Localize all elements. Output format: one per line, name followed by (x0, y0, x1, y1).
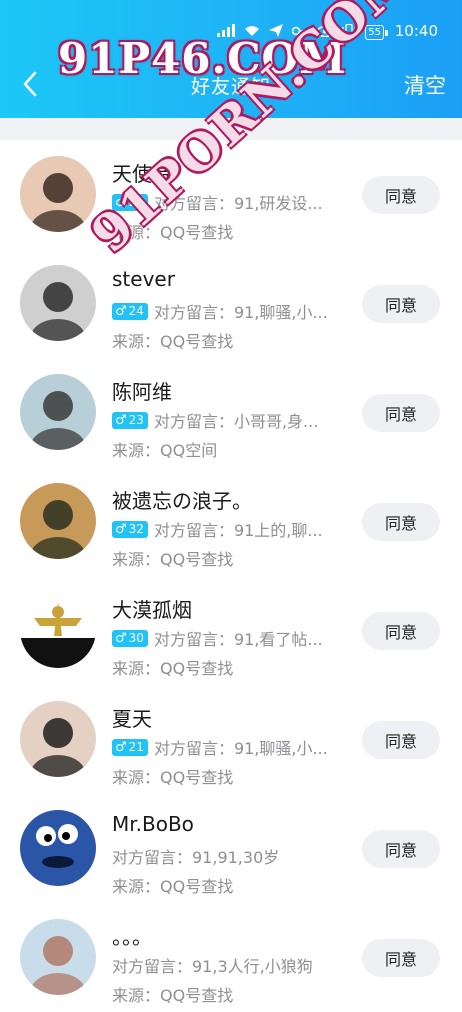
requester-name: 天使音 (112, 162, 172, 186)
request-source: 来源：QQ号查找 (112, 332, 234, 351)
age-value: 30 (128, 631, 144, 645)
request-message-row: 对方留言：91,3人行,小狼狗 (112, 953, 313, 977)
request-message-row: 对方留言：91,91,30岁 (112, 844, 279, 868)
avatar[interactable] (20, 374, 96, 450)
request-message-row: ♂ 27 对方留言：91,研发设... (112, 190, 323, 214)
agree-button[interactable]: 同意 (362, 394, 440, 432)
age-value: 23 (128, 413, 144, 427)
gender-age-badge: ♂ 21 (112, 738, 148, 756)
eye-icon (317, 25, 334, 41)
request-message-row: ♂ 32 对方留言：91上的,聊... (112, 517, 323, 541)
wifi-icon (244, 24, 260, 41)
avatar[interactable] (20, 156, 96, 232)
agree-button[interactable]: 同意 (362, 285, 440, 323)
friend-request-item[interactable]: 被遗忘の浪子。 ♂ 32 对方留言：91上的,聊... 来源：QQ号查找 同意 (0, 467, 462, 576)
gender-age-badge: ♂ 32 (112, 520, 148, 538)
signal-icon (217, 24, 236, 41)
male-icon: ♂ (115, 194, 127, 210)
age-value: 24 (128, 304, 144, 318)
avatar[interactable] (20, 265, 96, 341)
requester-name: Mr.BoBo (112, 812, 194, 836)
age-value: 32 (128, 522, 144, 536)
send-icon (269, 24, 284, 41)
requester-name: 陈阿维 (112, 380, 172, 404)
page-title: 好友通知 (190, 76, 271, 98)
male-icon: ♂ (115, 412, 127, 428)
top-bar: 55 10:40 好友通知 清空 (0, 0, 462, 118)
vibrate-icon (342, 23, 356, 41)
gender-age-badge: ♂ 30 (112, 629, 148, 647)
request-message: 对方留言：91,聊骚,小... (153, 739, 328, 758)
key-icon (292, 25, 309, 41)
clear-button[interactable]: 清空 (404, 70, 446, 100)
request-message-row: ♂ 24 对方留言：91,聊骚,小... (112, 299, 328, 323)
avatar[interactable] (20, 919, 96, 995)
request-source: 来源：QQ号查找 (112, 223, 234, 242)
request-message: 对方留言：小哥哥,身... (153, 412, 319, 431)
male-icon: ♂ (115, 521, 127, 537)
gender-age-badge: ♂ 27 (112, 193, 148, 211)
gender-age-badge: ♂ 23 (112, 411, 148, 429)
agree-button[interactable]: 同意 (362, 612, 440, 650)
request-source: 来源：QQ号查找 (112, 550, 234, 569)
friend-request-item[interactable]: 夏天 ♂ 21 对方留言：91,聊骚,小... 来源：QQ号查找 同意 (0, 685, 462, 794)
requester-name: stever (112, 267, 175, 291)
agree-button[interactable]: 同意 (362, 503, 440, 541)
friend-request-item[interactable]: 天使音 ♂ 27 对方留言：91,研发设... 来源：QQ号查找 同意 (0, 140, 462, 249)
clock: 10:40 (394, 22, 438, 40)
male-icon: ♂ (115, 303, 127, 319)
request-source: 来源：QQ号查找 (112, 877, 234, 896)
request-message: 对方留言：91,聊骚,小... (153, 303, 328, 322)
agree-button[interactable]: 同意 (362, 176, 440, 214)
request-message-row: ♂ 21 对方留言：91,聊骚,小... (112, 735, 328, 759)
status-bar: 55 10:40 (0, 18, 462, 50)
request-source: 来源：QQ号查找 (112, 986, 234, 1005)
header-divider (0, 118, 462, 140)
request-source: 来源：QQ号查找 (112, 659, 234, 678)
male-icon: ♂ (115, 739, 127, 755)
requester-name: 。。。 (112, 925, 152, 949)
friend-request-item[interactable]: stever ♂ 24 对方留言：91,聊骚,小... 来源：QQ号查找 同意 (0, 249, 462, 358)
request-message: 对方留言：91,3人行,小狼狗 (112, 957, 313, 976)
avatar[interactable] (20, 701, 96, 777)
avatar[interactable] (20, 483, 96, 559)
friend-request-item[interactable]: Mr.BoBo 对方留言：91,91,30岁 来源：QQ号查找 同意 (0, 794, 462, 903)
agree-button[interactable]: 同意 (362, 721, 440, 759)
status-icons: 55 (217, 23, 388, 41)
friend-request-item[interactable]: 。。。对方留言：91,3人行,小狼狗 来源：QQ号查找 同意 (0, 903, 462, 1012)
gender-age-badge: ♂ 24 (112, 302, 148, 320)
avatar[interactable] (20, 592, 96, 668)
request-source: 来源：QQ号查找 (112, 768, 234, 787)
request-message: 对方留言：91,91,30岁 (112, 848, 280, 867)
requester-name: 被遗忘の浪子。 (112, 489, 252, 513)
request-message-row: ♂ 23 对方留言：小哥哥,身... (112, 408, 318, 432)
request-message-row: ♂ 30 对方留言：91,看了帖... (112, 626, 323, 650)
request-message: 对方留言：91,研发设... (153, 194, 323, 213)
agree-button[interactable]: 同意 (362, 939, 440, 977)
request-source: 来源：QQ空间 (112, 441, 218, 460)
friend-request-item[interactable]: 陈阿维 ♂ 23 对方留言：小哥哥,身... 来源：QQ空间 同意 (0, 358, 462, 467)
battery-icon: 55 (365, 25, 388, 40)
age-value: 21 (128, 740, 144, 754)
friend-request-list: 天使音 ♂ 27 对方留言：91,研发设... 来源：QQ号查找 同意 stever ♂ 24 对… (0, 140, 462, 1012)
age-value: 27 (128, 195, 144, 209)
request-message: 对方留言：91,看了帖... (153, 630, 323, 649)
agree-button[interactable]: 同意 (362, 830, 440, 868)
male-icon: ♂ (115, 630, 127, 646)
request-message: 对方留言：91上的,聊... (153, 521, 323, 540)
requester-name: 夏天 (112, 707, 152, 731)
requester-name: 大漠孤烟 (112, 598, 192, 622)
avatar[interactable] (20, 810, 96, 886)
friend-request-item[interactable]: 大漠孤烟 ♂ 30 对方留言：91,看了帖... 来源：QQ号查找 同意 (0, 576, 462, 685)
